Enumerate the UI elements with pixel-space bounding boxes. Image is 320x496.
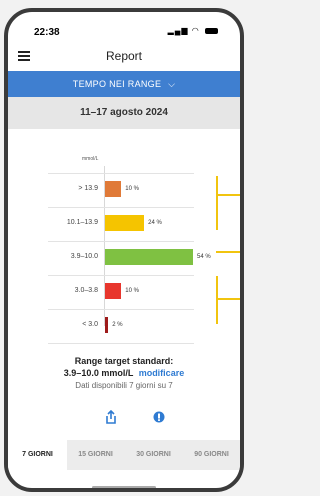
home-indicator xyxy=(92,486,156,488)
grid-line xyxy=(48,343,194,344)
chevron-down-icon: ⌵ xyxy=(168,79,176,89)
wifi-icon: ◠ xyxy=(191,26,200,35)
time-in-range-chart: mmol/L > 13.9 10 % 10.1–13.9 24 % 3.9–10.0 54… xyxy=(8,150,240,344)
percent-label: 10 % xyxy=(125,186,139,192)
tab-90-giorni[interactable]: 90 GIORNI xyxy=(182,440,240,470)
grid-line xyxy=(48,207,194,208)
percent-label: 2 % xyxy=(112,322,123,328)
percent-label: 24 % xyxy=(148,220,162,226)
target-range-value: 3.9–10.0 mmol/L xyxy=(63,368,134,378)
action-icons xyxy=(8,410,240,426)
signal-icon: ▂▄▆ xyxy=(167,26,189,35)
target-range-info: Range target standard: 3.9–10.0 mmol/L m… xyxy=(8,356,240,390)
tab-15-giorni[interactable]: 15 GIORNI xyxy=(66,440,125,470)
modify-target-link[interactable]: modificare xyxy=(139,368,185,378)
tab-30-giorni[interactable]: 30 GIORNI xyxy=(124,440,183,470)
target-range-connector xyxy=(216,251,240,253)
range-bar xyxy=(105,215,145,231)
low-range-connector xyxy=(216,298,240,300)
phone-frame: 22:38 ▂▄▆ ◠ Report TEMPO NEI RANGE ⌵ 11–… xyxy=(4,8,244,492)
category-label: > 13.9 xyxy=(78,185,98,192)
category-label: 3.9–10.0 xyxy=(70,253,98,260)
status-bar: 22:38 ▂▄▆ ◠ xyxy=(8,12,240,38)
grid-line xyxy=(48,275,194,276)
category-label: 10.1–13.9 xyxy=(66,219,98,226)
range-bar xyxy=(105,317,109,333)
category-label: 3.0–3.8 xyxy=(74,287,98,294)
grid-line xyxy=(48,173,194,174)
high-range-connector xyxy=(216,194,240,196)
percent-label: 10 % xyxy=(125,288,139,294)
battery-icon xyxy=(205,27,218,34)
page-title: Report xyxy=(105,49,143,63)
range-bar xyxy=(105,249,193,265)
report-type-label: TEMPO NEI RANGE xyxy=(72,79,162,89)
grid-line xyxy=(48,309,194,310)
unit-label: mmol/L xyxy=(82,156,99,162)
high-range-bracket xyxy=(216,176,218,230)
period-tabs: 7 GIORNI 15 GIORNI 30 GIORNI 90 GIORNI xyxy=(8,440,240,470)
grid-line xyxy=(48,241,194,242)
share-icon[interactable] xyxy=(105,410,117,424)
category-label: < 3.0 xyxy=(82,321,98,328)
low-range-bracket xyxy=(216,276,218,324)
target-range-title: Range target standard: xyxy=(74,356,174,366)
app-header: Report xyxy=(8,46,240,68)
info-icon[interactable] xyxy=(153,411,165,423)
tab-7-giorni[interactable]: 7 GIORNI xyxy=(8,440,67,470)
status-icons: ▂▄▆ ◠ xyxy=(168,26,218,35)
date-range: 11–17 agosto 2024 xyxy=(8,97,240,129)
data-availability: Dati disponibili 7 giorni su 7 xyxy=(75,381,173,390)
status-time: 22:38 xyxy=(34,27,60,38)
percent-label: 54 % xyxy=(197,254,211,260)
range-bar xyxy=(105,181,122,197)
range-bar xyxy=(105,283,122,299)
report-type-dropdown[interactable]: TEMPO NEI RANGE ⌵ xyxy=(8,71,240,97)
